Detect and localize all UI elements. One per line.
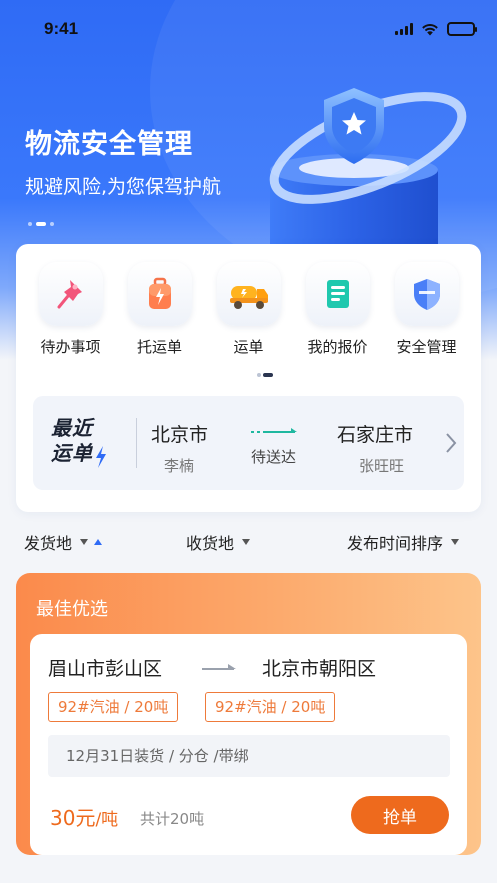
tanker-truck-icon (216, 262, 281, 326)
recent-waybill[interactable]: 最近 运单 北京市 李楠 待送达 石家庄市 张旺旺 (33, 396, 464, 490)
order-from: 眉山市彭山区 (48, 658, 163, 680)
function-card: 待办事项 托运单 运单 我的报价 安全管理 最近 运单 北京市 李楠 待送达 石… (16, 244, 481, 512)
caret-up-icon (94, 539, 103, 545)
recent-to-person: 张旺旺 (359, 457, 405, 475)
menu-label: 运单 (233, 338, 264, 356)
hero-title: 物流安全管理 (25, 129, 193, 160)
signal-icon (395, 23, 413, 35)
caret-down-icon (451, 539, 460, 545)
menu-pagination (257, 373, 273, 377)
menu-label: 待办事项 (40, 338, 101, 356)
filter-ship-from[interactable]: 发货地 (24, 530, 103, 554)
menu-item-my-quotes[interactable]: 我的报价 (293, 262, 382, 357)
order-card[interactable]: 眉山市彭山区 北京市朝阳区 92#汽油 / 20吨 92#汽油 / 20吨 12… (30, 634, 467, 855)
menu-item-safety[interactable]: 安全管理 (382, 262, 471, 357)
recent-waybill-badge: 最近 运单 (51, 416, 93, 465)
recent-from-person: 李楠 (164, 457, 195, 475)
order-total: 共计20吨 (140, 810, 205, 828)
caret-down-icon (80, 539, 89, 545)
divider (136, 418, 137, 468)
order-price: 30元/吨 (50, 806, 119, 830)
pushpin-icon (38, 262, 103, 326)
menu-item-todo[interactable]: 待办事项 (26, 262, 115, 357)
grab-order-button[interactable]: 抢单 (351, 796, 449, 834)
menu-label: 托运单 (136, 338, 182, 356)
battery-icon (447, 22, 477, 36)
luggage-icon (127, 262, 192, 326)
menu-label: 安全管理 (396, 338, 457, 356)
banner-pagination (28, 222, 54, 226)
route-arrow-icon (251, 428, 297, 433)
menu-label: 我的报价 (307, 338, 368, 356)
filter-sort-time[interactable]: 发布时间排序 (347, 530, 460, 554)
best-picks-title: 最佳优选 (36, 599, 108, 620)
status-bar: 9:41 (0, 0, 497, 60)
lightning-icon (96, 446, 106, 468)
loading-info: 12月31日装货 / 分仓 /带绑 (48, 735, 450, 777)
caret-down-icon (242, 539, 251, 545)
best-picks-section: 最佳优选 眉山市彭山区 北京市朝阳区 92#汽油 / 20吨 92#汽油 / 2… (16, 573, 481, 855)
arrow-right-icon (202, 664, 236, 670)
status-time: 9:41 (44, 19, 79, 38)
function-menu: 待办事项 托运单 运单 我的报价 安全管理 (16, 262, 481, 357)
shield-icon (394, 262, 459, 326)
wifi-icon (422, 23, 438, 35)
menu-item-waybill[interactable]: 运单 (204, 262, 293, 357)
filter-bar: 发货地 收货地 发布时间排序 (0, 530, 497, 560)
cargo-tag: 92#汽油 / 20吨 (48, 692, 179, 722)
menu-item-consignment[interactable]: 托运单 (115, 262, 204, 357)
recent-status: 待送达 (251, 448, 297, 466)
document-icon (305, 262, 370, 326)
order-to: 北京市朝阳区 (262, 658, 377, 680)
status-icons (395, 22, 477, 36)
hero-subtitle: 规避风险,为您保驾护航 (25, 176, 222, 198)
recent-from-city: 北京市 (151, 424, 209, 446)
filter-ship-to[interactable]: 收货地 (186, 530, 251, 554)
recent-to-city: 石家庄市 (337, 424, 414, 446)
cargo-tag: 92#汽油 / 20吨 (205, 692, 336, 722)
chevron-right-icon[interactable] (445, 432, 457, 454)
shield-illustration (269, 88, 467, 258)
